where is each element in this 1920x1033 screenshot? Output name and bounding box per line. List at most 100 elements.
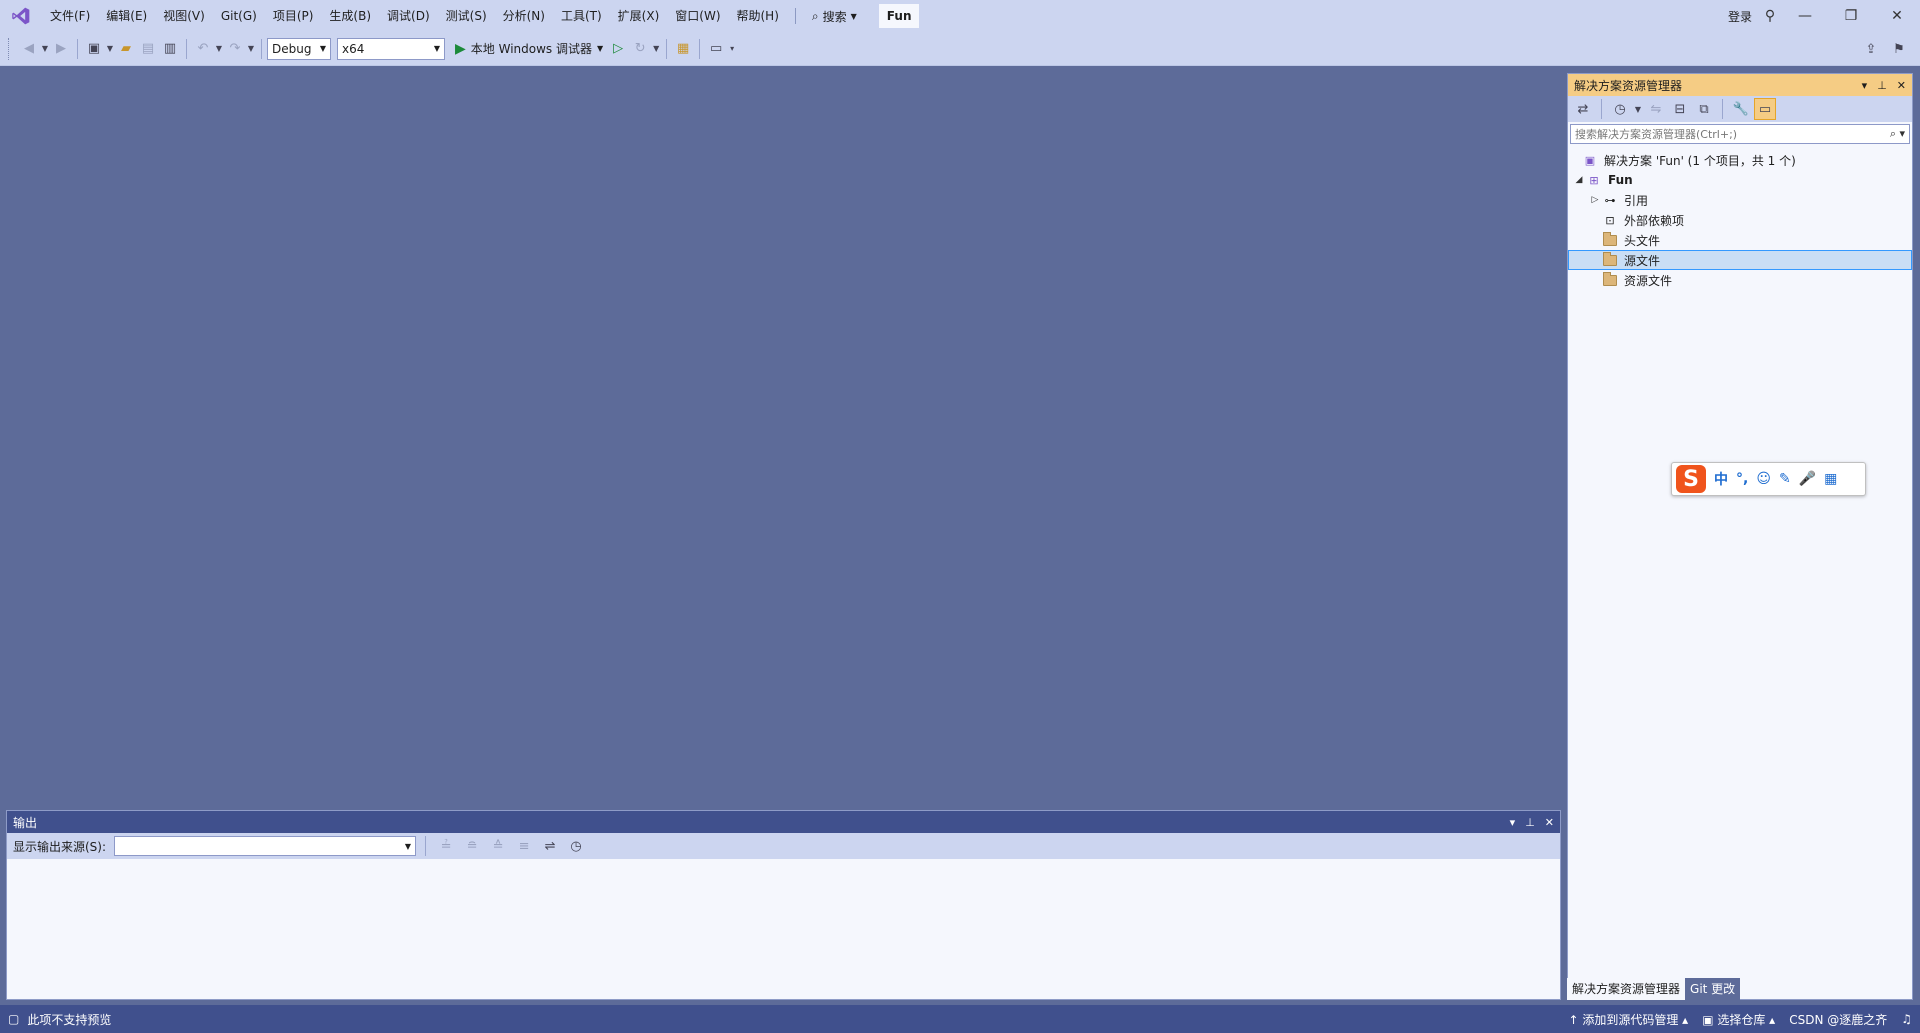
window-position-icon[interactable]: ▾ (1510, 816, 1516, 829)
output-title-bar[interactable]: 输出 ▾ ⊥ ✕ (7, 811, 1560, 833)
ime-toolbar[interactable]: S 中 °, ☺ ✎ 🎤 ▦ (1671, 462, 1866, 496)
properties-wrench-icon[interactable]: 🔧 (1730, 98, 1752, 120)
menu-git[interactable]: Git(G) (213, 0, 265, 32)
sogou-logo-icon[interactable]: S (1676, 465, 1706, 493)
save-icon[interactable]: ▤ (137, 38, 159, 60)
sync-active-document-icon[interactable]: ⇋ (1645, 98, 1667, 120)
ime-mode-toggle[interactable]: 中 (1714, 469, 1728, 489)
menu-test[interactable]: 测试(S) (438, 0, 495, 32)
tree-item-project[interactable]: ◢ ⊞ Fun (1568, 170, 1912, 190)
tree-item-source-files[interactable]: 源文件 (1568, 250, 1912, 270)
tab-solution-explorer[interactable]: 解决方案资源管理器 (1567, 978, 1686, 1000)
output-content[interactable] (7, 859, 1560, 999)
output-toolbar: 显示输出来源(S): ▼ ≟ ≘ ≙ ≡ ⇌ ◷ (7, 833, 1560, 859)
close-button[interactable]: ✕ (1874, 0, 1920, 32)
hot-reload-icon[interactable]: ↻ (629, 38, 651, 60)
menu-analyze[interactable]: 分析(N) (495, 0, 553, 32)
output-source-select[interactable]: ▼ (114, 836, 417, 856)
microphone-icon[interactable]: 🎤 (1799, 471, 1816, 487)
platform-select[interactable]: x64 ▼ (337, 37, 445, 60)
chevron-down-icon[interactable]: ▼ (40, 38, 50, 60)
collapse-arrow-icon[interactable]: ▷ (1588, 195, 1602, 205)
search-icon: ⌕ ▾ (1889, 127, 1905, 140)
next-message-icon[interactable]: ≙ (487, 835, 509, 857)
menu-help[interactable]: 帮助(H) (729, 0, 787, 32)
chevron-down-icon[interactable]: ▼ (651, 38, 661, 60)
handwriting-icon[interactable]: ✎ (1779, 471, 1791, 487)
start-without-debugging-icon[interactable]: ▷ (607, 38, 629, 60)
toolbar-overflow-icon[interactable]: ▾ (727, 38, 737, 60)
punctuation-icon[interactable]: °, (1736, 471, 1748, 487)
window-position-icon[interactable]: ▾ (1862, 79, 1868, 92)
search-button[interactable]: ⌕ 搜索 ▼ (804, 0, 865, 32)
tree-item-resource-files[interactable]: 资源文件 (1568, 270, 1912, 290)
restore-button[interactable]: ❐ (1828, 0, 1874, 32)
configuration-select[interactable]: Debug ▼ (267, 37, 331, 60)
menu-window[interactable]: 窗口(W) (667, 0, 728, 32)
redo-icon[interactable]: ↷ (224, 38, 246, 60)
browse-folder-icon[interactable]: ▦ (672, 38, 694, 60)
pin-icon[interactable]: ⊥ (1525, 816, 1535, 829)
undo-icon[interactable]: ↶ (192, 38, 214, 60)
message-icon: ▢ (8, 1012, 20, 1026)
save-all-icon[interactable]: ▥ (159, 38, 181, 60)
back-arrow-icon[interactable]: ◀ (18, 38, 40, 60)
toolbar-separator (699, 38, 701, 59)
preview-selected-items-icon[interactable]: ▭ (1754, 98, 1776, 120)
search-label: 搜索 (822, 9, 847, 24)
tree-item-references[interactable]: ▷ ⊶ 引用 (1568, 190, 1912, 210)
open-folder-icon[interactable]: ▰ (115, 38, 137, 60)
menu-extensions[interactable]: 扩展(X) (610, 0, 668, 32)
login-button[interactable]: 登录 (1728, 8, 1752, 25)
toolbar-right: ⇪ ⚑ (1860, 32, 1910, 66)
chevron-down-icon[interactable]: ▼ (214, 38, 224, 60)
menu-view[interactable]: 视图(V) (155, 0, 213, 32)
select-repo-button[interactable]: ▣ 选择仓库 ▴ (1702, 1011, 1775, 1028)
timestamp-icon[interactable]: ◷ (565, 835, 587, 857)
feedback-icon[interactable]: ⚑ (1888, 38, 1910, 60)
menu-debug[interactable]: 调试(D) (379, 0, 438, 32)
chevron-down-icon[interactable]: ▼ (105, 38, 115, 60)
layout-icon[interactable]: ▭ (705, 38, 727, 60)
forward-arrow-icon[interactable]: ▶ (50, 38, 72, 60)
menu-tools[interactable]: 工具(T) (553, 0, 610, 32)
menu-file[interactable]: 文件(F) (42, 0, 98, 32)
word-wrap-icon[interactable]: ⇌ (539, 835, 561, 857)
switch-views-icon[interactable]: ⇄ (1572, 98, 1594, 120)
expand-arrow-icon[interactable]: ◢ (1572, 175, 1586, 185)
show-all-files-icon[interactable]: ⧉ (1693, 98, 1715, 120)
start-debugging-button[interactable]: ▶ 本地 Windows 调试器 ▼ (451, 38, 607, 60)
toolbar-grip[interactable] (8, 37, 12, 60)
close-icon[interactable]: ✕ (1545, 816, 1554, 829)
clear-all-icon[interactable]: ≡ (513, 835, 535, 857)
solution-explorer-panel: 解决方案资源管理器 ▾ ⊥ ✕ ⇄ ◷ ▼ ⇋ ⊟ ⧉ 🔧 ▭ 搜索解决方案资源… (1567, 73, 1913, 1000)
solution-explorer-title-bar[interactable]: 解决方案资源管理器 ▾ ⊥ ✕ (1568, 74, 1912, 96)
editor-area[interactable] (0, 66, 1567, 808)
tree-item-solution[interactable]: ▣ 解决方案 'Fun' (1 个项目，共 1 个) (1568, 150, 1912, 170)
account-icon[interactable]: ⚲ (1758, 0, 1782, 32)
pending-changes-filter-icon[interactable]: ◷ (1609, 98, 1631, 120)
notifications-bell-icon[interactable]: ♫ (1901, 1012, 1912, 1026)
emoji-icon[interactable]: ☺ (1756, 471, 1771, 487)
menu-project[interactable]: 项目(P) (265, 0, 322, 32)
tab-git-changes[interactable]: Git 更改 (1685, 978, 1741, 1000)
collapse-all-icon[interactable]: ⊟ (1669, 98, 1691, 120)
chevron-down-icon[interactable]: ▼ (246, 38, 256, 60)
minimize-button[interactable]: — (1782, 0, 1828, 32)
live-share-icon[interactable]: ⇪ (1860, 38, 1882, 60)
menu-edit[interactable]: 编辑(E) (98, 0, 155, 32)
chevron-down-icon[interactable]: ▼ (1633, 98, 1643, 120)
find-message-icon[interactable]: ≟ (435, 835, 457, 857)
solution-explorer-search-input[interactable]: 搜索解决方案资源管理器(Ctrl+;) ⌕ ▾ (1570, 124, 1910, 144)
status-text: 此项不支持预览 (27, 1012, 112, 1027)
close-icon[interactable]: ✕ (1897, 79, 1906, 92)
solution-explorer-tabs: 解决方案资源管理器 Git 更改 (1567, 978, 1741, 1000)
tree-item-external-deps[interactable]: ⊡ 外部依赖项 (1568, 210, 1912, 230)
pin-icon[interactable]: ⊥ (1877, 79, 1887, 92)
menu-build[interactable]: 生成(B) (321, 0, 379, 32)
new-project-icon[interactable]: ▣ (83, 38, 105, 60)
tree-item-header-files[interactable]: 头文件 (1568, 230, 1912, 250)
toolbox-grid-icon[interactable]: ▦ (1824, 471, 1837, 487)
prev-message-icon[interactable]: ≘ (461, 835, 483, 857)
add-source-control-button[interactable]: ↑ 添加到源代码管理 ▴ (1568, 1011, 1688, 1028)
